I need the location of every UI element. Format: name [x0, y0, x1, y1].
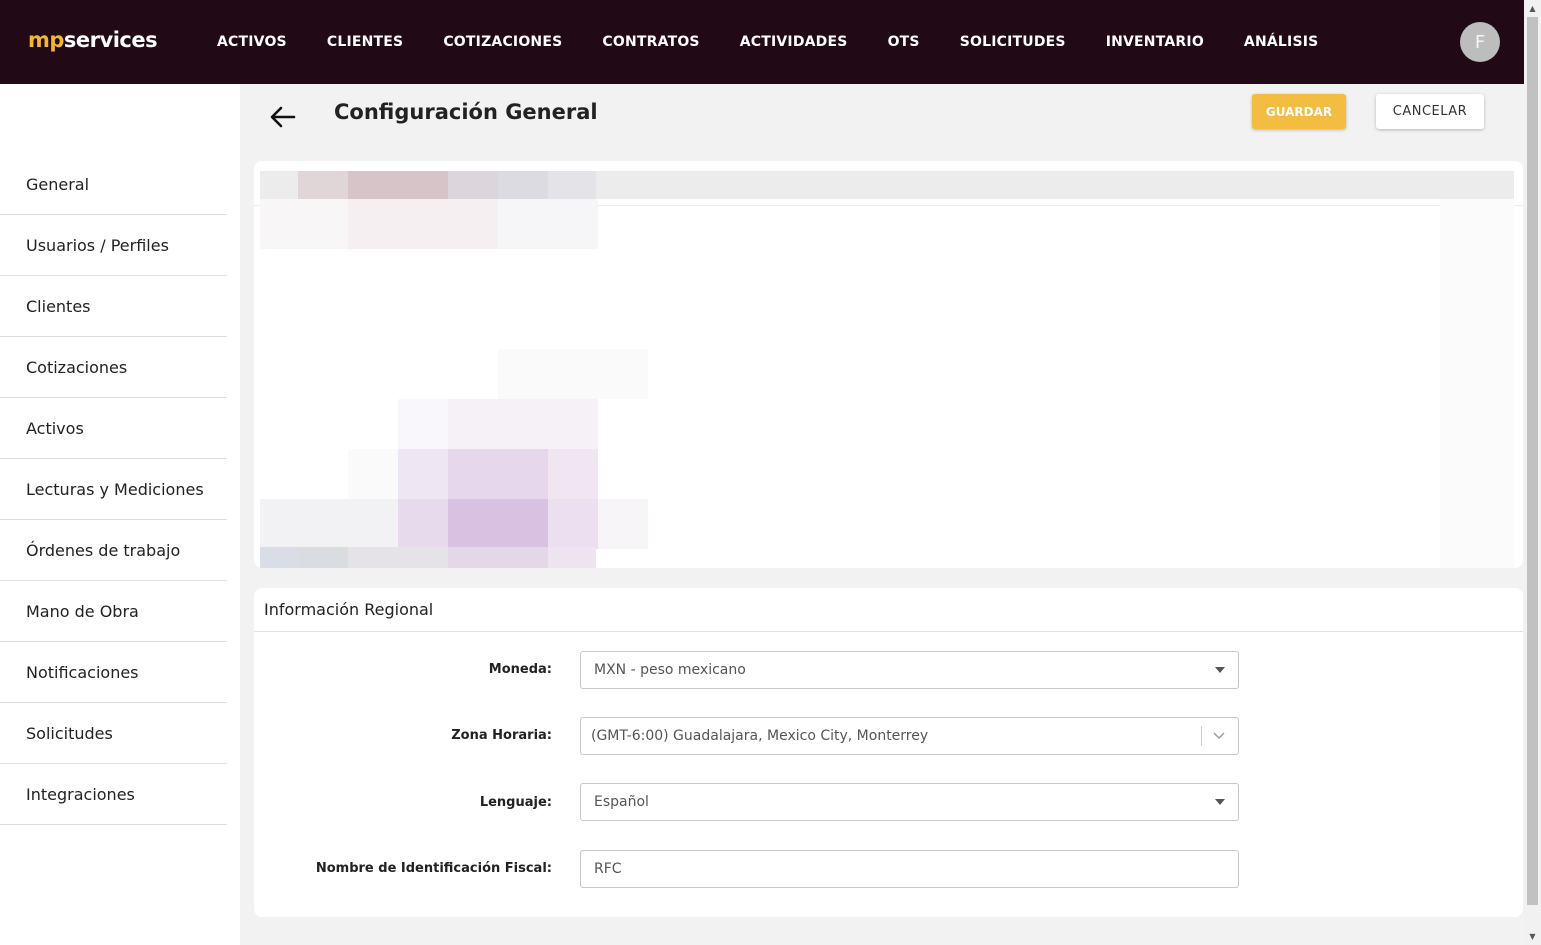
nav-item-inventario[interactable]: INVENTARIO: [1086, 34, 1224, 50]
sidebar-item-general[interactable]: General: [0, 154, 227, 215]
page-title: Configuración General: [334, 100, 598, 124]
blurred-block: [448, 499, 548, 549]
blurred-block: [260, 499, 398, 549]
sidebar-item-ordenes-trabajo[interactable]: Órdenes de trabajo: [0, 520, 227, 581]
section-title: Información Regional: [264, 600, 434, 619]
sidebar-item-notificaciones[interactable]: Notificaciones: [0, 642, 227, 703]
fiscal-id-value: RFC: [594, 861, 622, 877]
blurred-block: [448, 171, 498, 199]
brand-logo[interactable]: mpservices: [28, 28, 158, 52]
caret-down-icon: [1215, 667, 1225, 673]
timezone-label: Zona Horaria:: [451, 728, 552, 743]
nav-item-clientes[interactable]: CLIENTES: [307, 34, 423, 50]
fiscal-id-label: Nombre de Identificación Fiscal:: [315, 861, 552, 876]
blurred-block: [1440, 199, 1514, 568]
blurred-block: [548, 499, 598, 549]
blurred-block: [548, 171, 596, 199]
blurred-block: [298, 547, 348, 568]
blurred-block: [398, 399, 448, 449]
user-avatar[interactable]: F: [1460, 22, 1500, 62]
nav-item-cotizaciones[interactable]: COTIZACIONES: [423, 34, 582, 50]
blurred-block: [498, 349, 648, 399]
blurred-block: [498, 199, 598, 249]
sidebar-item-lecturas-mediciones[interactable]: Lecturas y Mediciones: [0, 459, 227, 520]
settings-sidebar: General Usuarios / Perfiles Clientes Cot…: [0, 84, 240, 945]
blurred-block: [398, 499, 448, 549]
timezone-select[interactable]: (GMT-6:00) Guadalajara, Mexico City, Mon…: [580, 717, 1239, 755]
select-separator: [1201, 726, 1202, 746]
blurred-block: [348, 547, 448, 568]
cancel-button[interactable]: CANCELAR: [1376, 94, 1484, 129]
sidebar-item-mano-obra[interactable]: Mano de Obra: [0, 581, 227, 642]
blurred-block: [548, 547, 596, 568]
language-label: Lenguaje:: [479, 795, 552, 810]
blurred-block: [260, 547, 298, 568]
blurred-block: [498, 171, 548, 199]
blurred-block: [448, 547, 548, 568]
blurred-block: [598, 499, 648, 549]
scroll-down-icon[interactable]: ▼: [1524, 928, 1541, 945]
back-button[interactable]: [266, 102, 300, 132]
blurred-block: [348, 199, 498, 249]
top-navbar: mpservices ACTIVOS CLIENTES COTIZACIONES…: [0, 0, 1524, 84]
nav-item-actividades[interactable]: ACTIVIDADES: [720, 34, 868, 50]
sidebar-item-integraciones[interactable]: Integraciones: [0, 764, 227, 825]
blurred-block: [260, 199, 348, 249]
currency-label: Moneda:: [488, 662, 552, 677]
regional-info-card: Información Regional Moneda: MXN - peso …: [254, 588, 1523, 917]
chevron-down-icon[interactable]: [1212, 728, 1226, 742]
blurred-block: [398, 449, 448, 499]
nav-item-analisis[interactable]: ANÁLISIS: [1224, 34, 1339, 50]
sidebar-item-solicitudes[interactable]: Solicitudes: [0, 703, 227, 764]
nav-item-solicitudes[interactable]: SOLICITUDES: [940, 34, 1086, 50]
blurred-block: [348, 171, 448, 199]
arrow-left-icon: [270, 106, 296, 128]
blurred-block: [298, 171, 348, 199]
blurred-block: [448, 399, 598, 449]
language-value: Español: [594, 794, 649, 810]
sidebar-item-activos[interactable]: Activos: [0, 398, 227, 459]
blurred-block: [448, 449, 548, 499]
caret-down-icon: [1215, 799, 1225, 805]
blurred-block: [548, 449, 598, 499]
main-nav: ACTIVOS CLIENTES COTIZACIONES CONTRATOS …: [197, 0, 1338, 84]
save-button[interactable]: GUARDAR: [1252, 94, 1346, 129]
sidebar-list: General Usuarios / Perfiles Clientes Cot…: [0, 154, 227, 825]
brand-logo-prefix: mp: [28, 28, 64, 52]
scrollbar-thumb[interactable]: [1527, 17, 1538, 905]
currency-value: MXN - peso mexicano: [594, 662, 746, 678]
sidebar-item-clientes[interactable]: Clientes: [0, 276, 227, 337]
currency-select[interactable]: MXN - peso mexicano: [580, 651, 1239, 689]
fiscal-id-input[interactable]: RFC: [580, 850, 1239, 888]
scroll-up-icon[interactable]: ▲: [1524, 0, 1541, 17]
nav-item-ots[interactable]: OTS: [868, 34, 940, 50]
section-divider: [254, 631, 1523, 632]
nav-item-contratos[interactable]: CONTRATOS: [582, 34, 719, 50]
timezone-value: (GMT-6:00) Guadalajara, Mexico City, Mon…: [591, 728, 929, 744]
sidebar-item-usuarios-perfiles[interactable]: Usuarios / Perfiles: [0, 215, 227, 276]
page-scrollbar[interactable]: ▲ ▼: [1524, 0, 1541, 945]
blurred-content-card: [254, 161, 1523, 568]
language-select[interactable]: Español: [580, 783, 1239, 821]
sidebar-item-cotizaciones[interactable]: Cotizaciones: [0, 337, 227, 398]
nav-item-activos[interactable]: ACTIVOS: [197, 34, 307, 50]
brand-logo-suffix: services: [63, 28, 158, 52]
blurred-block: [348, 449, 398, 499]
